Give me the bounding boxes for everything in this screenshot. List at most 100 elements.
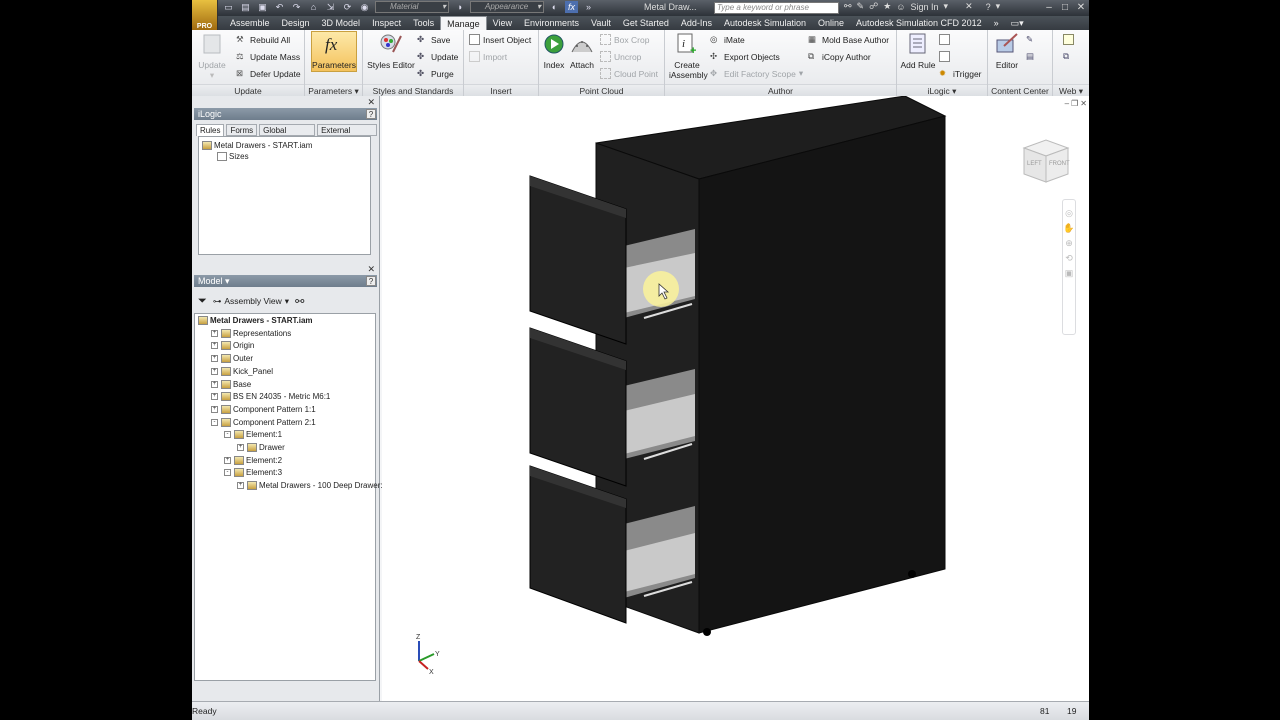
tab-online[interactable]: Online <box>812 16 850 30</box>
rule-item[interactable]: Sizes <box>217 152 249 161</box>
ilogic-close-icon[interactable]: ✕ <box>367 97 375 108</box>
ilogic-fx-icon[interactable]: fx <box>565 1 578 13</box>
expander-icon[interactable]: + <box>211 329 218 337</box>
orbit-icon[interactable]: ⟲ <box>1065 253 1073 264</box>
tab-manage[interactable]: Manage <box>440 16 487 30</box>
save-icon[interactable]: ▣ <box>256 1 269 13</box>
tab-environments[interactable]: Environments <box>518 16 585 30</box>
create-iassembly-button[interactable]: i + Create iAssembly <box>669 32 708 80</box>
add-rule-button[interactable]: Add Rule <box>899 32 937 70</box>
tab-inspect[interactable]: Inspect <box>366 16 407 30</box>
model-tree-item[interactable]: + Metal Drawers - 100 Deep Drawer:3 <box>237 481 387 491</box>
expander-icon[interactable]: + <box>224 456 231 464</box>
assembly-view-combo[interactable]: ⊶ Assembly View ▾ <box>213 296 289 307</box>
insert-object-button[interactable]: Insert Object <box>469 33 531 46</box>
minimize-icon[interactable]: – <box>1041 0 1057 16</box>
qat-more-icon[interactable]: » <box>582 1 595 13</box>
model-tree-item[interactable]: + Representations <box>211 328 291 338</box>
graphics-window[interactable]: – ❐ ✕ Z Y X LEFT FRONT ◎ ✋ ⊕ ⟲ ▣ <box>382 96 1089 701</box>
cc-tool-1-button[interactable]: ✎ <box>1026 33 1037 46</box>
exchange-icon[interactable]: ✕ <box>965 1 973 12</box>
find-binoculars-icon[interactable]: ⚯ <box>295 295 304 308</box>
cloud-point-button[interactable]: Cloud Point <box>600 67 658 80</box>
model-tree-item[interactable]: + Component Pattern 1:1 <box>211 404 316 414</box>
material-combo[interactable]: Material <box>375 1 449 13</box>
communication-icon[interactable]: ☍ <box>869 1 878 12</box>
tab-rules[interactable]: Rules <box>196 124 225 136</box>
expander-icon[interactable]: - <box>211 418 218 426</box>
rules-root-item[interactable]: Metal Drawers - START.iam <box>202 141 312 150</box>
export-objects-button[interactable]: ✣ Export Objects <box>710 50 780 63</box>
tab-3d-model[interactable]: 3D Model <box>316 16 367 30</box>
tab-external-rules[interactable]: External Rules <box>317 124 377 144</box>
ilogic-browser-button[interactable] <box>939 33 950 46</box>
model-help-icon[interactable]: ? <box>366 276 376 286</box>
model-tree-item[interactable]: + Drawer <box>237 443 285 452</box>
search-input[interactable]: Type a keyword or phrase <box>714 2 839 14</box>
imate-button[interactable]: ◎ iMate <box>710 33 745 46</box>
app-menu-button[interactable]: PRO <box>192 0 218 30</box>
help-dropdown-icon[interactable]: ▾ <box>996 1 1001 12</box>
expander-icon[interactable]: - <box>224 469 231 477</box>
styles-save-button[interactable]: ✤ Save <box>417 33 450 46</box>
tab-autodesk-simulation-cfd[interactable]: Autodesk Simulation CFD 2012 <box>850 16 988 30</box>
tab-vault[interactable]: Vault <box>585 16 617 30</box>
parameters-button[interactable]: fx Parameters <box>311 31 357 72</box>
expander-icon[interactable]: + <box>211 367 218 375</box>
look-at-icon[interactable]: ▣ <box>1065 268 1074 279</box>
filter-icon[interactable]: ⏷ <box>198 295 207 308</box>
undo-icon[interactable]: ↶ <box>273 1 286 13</box>
model-tree-item[interactable]: + Kick_Panel <box>211 366 273 376</box>
styles-purge-button[interactable]: ✤ Purge <box>417 67 454 80</box>
tab-get-started[interactable]: Get Started <box>617 16 675 30</box>
pan-icon[interactable]: ✋ <box>1063 223 1074 234</box>
web-tool-2-button[interactable]: ⧉ <box>1063 50 1074 63</box>
update-qat-icon[interactable]: ⟳ <box>341 1 354 13</box>
steering-wheel-icon[interactable]: ◎ <box>1065 208 1073 219</box>
model-close-icon[interactable]: ✕ <box>367 264 375 275</box>
update-mass-button[interactable]: ⚖ Update Mass <box>236 50 300 63</box>
tab-design[interactable]: Design <box>276 16 316 30</box>
home-icon[interactable]: ⌂ <box>307 1 320 13</box>
icopy-author-button[interactable]: ⧉ iCopy Author <box>808 50 871 63</box>
ilogic-forms-button[interactable] <box>939 50 950 63</box>
expander-icon[interactable]: + <box>211 355 218 363</box>
cabinet-model[interactable]: Z Y X <box>382 96 1089 701</box>
viewcube-front-label[interactable]: FRONT <box>1049 161 1070 167</box>
open-icon[interactable]: ▤ <box>239 1 252 13</box>
box-crop-button[interactable]: Box Crop <box>600 33 649 46</box>
model-tree-item[interactable]: - Element:1 <box>224 430 282 440</box>
styles-update-button[interactable]: ✤ Update <box>417 50 458 63</box>
update-button[interactable]: Update ▾ <box>196 32 228 80</box>
panel-parameters-label[interactable]: Parameters ▾ <box>305 84 362 96</box>
viewcube[interactable]: LEFT FRONT <box>1018 134 1074 190</box>
model-tree-item[interactable]: + Element:2 <box>224 455 282 465</box>
subscription-icon[interactable]: ✎ <box>857 1 865 12</box>
styles-editor-button[interactable]: Styles Editor <box>367 32 415 70</box>
tab-tools[interactable]: Tools <box>407 16 440 30</box>
model-tree-item[interactable]: + BS EN 24035 - Metric M6:1 <box>211 392 330 402</box>
maximize-icon[interactable]: □ <box>1057 0 1073 16</box>
model-tree-item[interactable]: + Base <box>211 379 251 389</box>
tab-global-forms[interactable]: Global Forms <box>259 124 316 144</box>
index-button[interactable]: Index <box>541 32 567 70</box>
web-tool-1-button[interactable] <box>1063 33 1074 46</box>
binoculars-icon[interactable]: ⚯ <box>844 1 852 12</box>
help-icon[interactable]: ? <box>986 2 991 12</box>
ilogic-help-icon[interactable]: ? <box>366 109 376 119</box>
zoom-icon[interactable]: ⊕ <box>1065 238 1073 249</box>
viewcube-left-label[interactable]: LEFT <box>1027 161 1042 167</box>
itrigger-button[interactable]: ✹ iTrigger <box>939 67 982 80</box>
attach-button[interactable]: Attach <box>567 32 597 70</box>
ribbon-minimize-icon[interactable]: ▭▾ <box>1005 16 1030 30</box>
model-tree-item[interactable]: Metal Drawers - START.iam <box>198 316 313 325</box>
cc-tool-2-button[interactable]: ▤ <box>1026 50 1037 63</box>
new-icon[interactable]: ▭ <box>222 1 235 13</box>
model-tree-item[interactable]: + Outer <box>211 354 253 364</box>
expander-icon[interactable]: - <box>224 431 231 439</box>
panel-web-label[interactable]: Web ▾ <box>1053 84 1089 96</box>
model-tree-item[interactable]: + Origin <box>211 341 254 351</box>
select-icon[interactable]: ⇲ <box>324 1 337 13</box>
model-tree-item[interactable]: - Element:3 <box>224 468 282 478</box>
uncrop-button[interactable]: Uncrop <box>600 50 641 63</box>
